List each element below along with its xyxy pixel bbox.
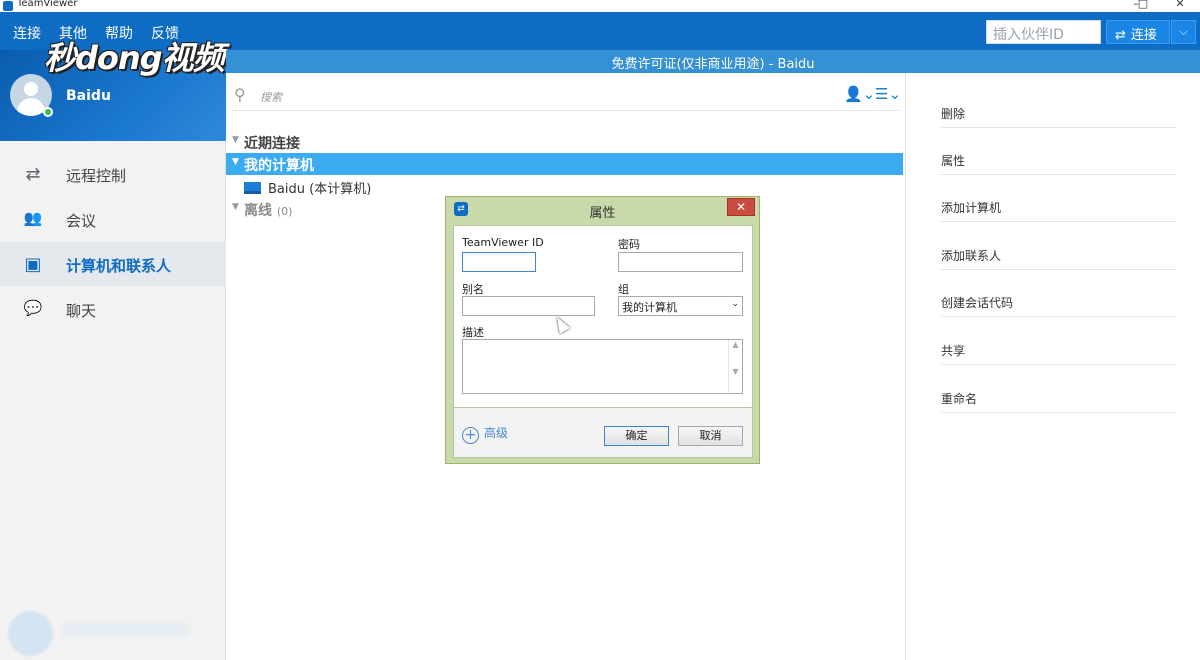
group-select[interactable]: 我的计算机 ⌄ [618, 296, 743, 316]
chevron-down-icon: ⌄ [731, 299, 739, 309]
collapse-triangle-icon: ▼ [232, 135, 239, 145]
group-my-computers[interactable]: ▼ 我的计算机 [226, 153, 903, 175]
cancel-button[interactable]: 取消 [678, 426, 743, 446]
advanced-label: 高级 [484, 426, 509, 440]
chat-icon: 💬 [23, 299, 43, 317]
meeting-icon: 👥 [23, 209, 43, 227]
offline-count: (0) [276, 205, 293, 218]
maximize-icon[interactable]: □ [1133, 0, 1153, 10]
group-label: 离线 (0) [244, 200, 292, 220]
list-item[interactable]: Baidu (本计算机) [244, 178, 371, 198]
sidebar-item-label: 计算机和联系人 [66, 257, 172, 275]
sidebar-item-computers-contacts[interactable]: ▣ 计算机和联系人 [0, 242, 226, 286]
contacts-icon: ▣ [24, 254, 42, 275]
teamviewer-logo-icon [8, 611, 53, 656]
ok-button[interactable]: 确定 [604, 426, 669, 446]
avatar-body-icon [17, 98, 45, 116]
action-add-computer[interactable]: 添加计算机 [941, 175, 1176, 222]
advanced-button[interactable]: + 高级 [462, 424, 508, 444]
add-contact-icon[interactable]: 👤⌄ [844, 85, 875, 103]
alias-label: 别名 [462, 283, 484, 296]
menu-connect[interactable]: 连接 [13, 23, 41, 43]
sidebar: ⇄ 远程控制 👥 会议 ▣ 计算机和联系人 💬 聊天 [0, 141, 226, 660]
search-input[interactable]: 搜索 [260, 89, 282, 105]
action-delete[interactable]: 删除 [941, 81, 1176, 128]
alias-field[interactable] [462, 296, 595, 316]
window-title: TeamViewer [17, 0, 78, 9]
list-view-icon[interactable]: ☰⌄ [875, 85, 901, 103]
connect-label: 连接 [1130, 28, 1157, 43]
group-label: 我的计算机 [244, 158, 314, 174]
connect-button[interactable]: ⇄ 连接 [1106, 20, 1170, 44]
sidebar-item-label: 会议 [66, 212, 97, 230]
online-status-icon [43, 107, 53, 117]
dialog-title: 属性 [589, 206, 616, 221]
actions-panel: 删除 属性 添加计算机 添加联系人 创建会话代码 共享 重命名 [906, 73, 1200, 660]
group-recent-connections[interactable]: ▼ 近期连接 [226, 131, 903, 153]
group-select-value: 我的计算机 [622, 301, 677, 314]
properties-dialog: ⇄ 属性 ✕ TeamViewer ID 密码 别名 组 我的计算机 ⌄ 描述 … [445, 196, 760, 464]
computer-name: Baidu (本计算机) [268, 182, 372, 197]
action-add-contact[interactable]: 添加联系人 [941, 223, 1176, 270]
sidebar-item-meeting[interactable]: 👥 会议 [0, 197, 226, 241]
search-icon: ⚲ [234, 85, 246, 104]
action-properties[interactable]: 属性 [941, 128, 1176, 175]
scrollbar[interactable]: ▲ ▼ [728, 340, 742, 393]
action-rename[interactable]: 重命名 [941, 366, 1176, 413]
dialog-footer: + 高级 确定 取消 [453, 408, 753, 458]
teamviewer-app-icon [3, 1, 13, 11]
avatar-head-icon [24, 82, 38, 96]
teamviewer-id-field[interactable] [462, 252, 536, 272]
dialog-form: TeamViewer ID 密码 别名 组 我的计算机 ⌄ 描述 ▲ ▼ [453, 225, 753, 408]
sidebar-item-chat[interactable]: 💬 聊天 [0, 287, 226, 331]
search-bar[interactable]: ⚲ 搜索 👤⌄ ☰⌄ [232, 85, 901, 111]
sidebar-item-remote-control[interactable]: ⇄ 远程控制 [0, 152, 226, 196]
profile-name: Baidu [66, 88, 111, 104]
offline-label: 离线 [244, 203, 272, 219]
collapse-triangle-icon: ▼ [232, 157, 239, 167]
teamviewer-id-label: TeamViewer ID [462, 236, 544, 249]
sidebar-item-label: 聊天 [66, 302, 97, 320]
group-label: 近期连接 [244, 136, 300, 152]
description-field[interactable]: ▲ ▼ [462, 339, 743, 394]
action-create-session-code[interactable]: 创建会话代码 [941, 270, 1176, 317]
blurred-promo [8, 611, 208, 656]
connect-dropdown-icon[interactable]: ⌵ [1171, 20, 1196, 44]
password-field[interactable] [618, 252, 743, 272]
remote-control-icon: ⇄ [25, 164, 41, 185]
dialog-titlebar[interactable]: ⇄ 属性 ✕ [446, 197, 759, 221]
partner-id-input[interactable]: 插入伙伴ID [986, 20, 1101, 44]
window-titlebar: TeamViewer – □ ✕ [0, 0, 1200, 12]
swap-arrows-icon: ⇄ [1115, 28, 1126, 43]
group-label: 组 [618, 283, 629, 296]
action-share[interactable]: 共享 [941, 318, 1176, 365]
description-label: 描述 [462, 326, 484, 339]
blurred-text [63, 623, 188, 637]
password-label: 密码 [618, 238, 640, 251]
sidebar-item-label: 远程控制 [66, 167, 127, 185]
license-bar: 免费许可证(仅非商业用途) - Baidu [226, 50, 1200, 73]
collapse-triangle-icon: ▼ [232, 202, 239, 212]
close-window-icon[interactable]: ✕ [1170, 0, 1190, 10]
close-icon[interactable]: ✕ [727, 198, 755, 216]
plus-circle-icon: + [462, 427, 479, 444]
video-watermark: 秒dong视频 [44, 39, 225, 77]
monitor-icon [244, 182, 261, 194]
